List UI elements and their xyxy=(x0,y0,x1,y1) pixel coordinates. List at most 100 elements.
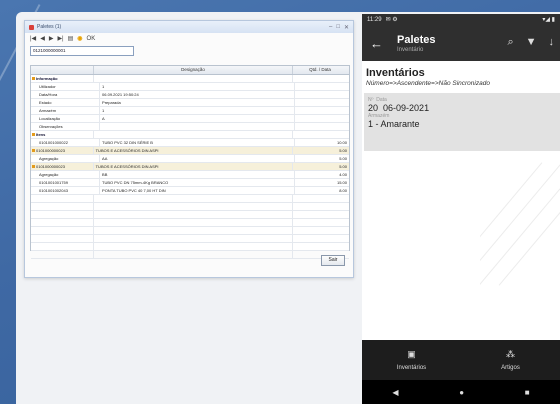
cell-text: TUBO PVC 32 DIN SÉRIE B xyxy=(102,140,153,145)
row-qtd: 5.00 xyxy=(295,155,349,162)
print-icon[interactable]: ▤ xyxy=(68,35,74,42)
tablet-app: 11:29 ✉ ⚙ ▾◢ ▮ ← Paletes Inventário ⌕ ▼ … xyxy=(362,14,560,404)
status-bar: 11:29 ✉ ⚙ ▾◢ ▮ xyxy=(362,14,560,25)
app-subtitle: Inventário xyxy=(397,46,424,53)
table-row[interactable]: 0101001000022 TUBO PVC 32 DIN SÉRIE B 10.0… xyxy=(31,139,349,147)
table-row[interactable]: Estado Preparada xyxy=(31,99,349,107)
cell-text: Preparada xyxy=(102,100,121,105)
sort-order-line[interactable]: Número=>Ascendente=>Não Sincronizado xyxy=(366,80,560,87)
table-row[interactable]: Localização A xyxy=(31,115,349,123)
table-row[interactable]: Itens xyxy=(31,131,349,139)
cell-text: 10.00 xyxy=(336,140,347,145)
cell-text: Localização xyxy=(39,116,61,121)
cell-text: 0101000000023 xyxy=(36,164,65,169)
tree-node-icon[interactable] xyxy=(32,133,35,137)
row-qtd xyxy=(295,99,349,106)
empty-row xyxy=(31,203,349,211)
empty-row xyxy=(31,211,349,219)
tab-artigos-label: Artigos xyxy=(501,365,520,371)
table-row[interactable]: 0101001002043 PONTA TUBO PVC 40 7,00 HT D… xyxy=(31,187,349,195)
previous-record-icon[interactable]: ◀ xyxy=(40,35,45,42)
column-header-qtd-data: Qtd. / Data xyxy=(309,67,331,72)
empty-row xyxy=(31,235,349,243)
minimize-icon[interactable]: – xyxy=(329,24,332,31)
cell-text: Agregação xyxy=(39,172,59,177)
system-recents-icon[interactable]: ■ xyxy=(525,388,530,397)
search-icon[interactable]: ⌕ xyxy=(507,36,513,49)
row-designacao: TUBOS E ACESSÓRIOS DIN ASPI xyxy=(94,163,294,170)
ok-icon[interactable]: ◉ xyxy=(77,35,82,42)
row-designacao: BB xyxy=(100,171,295,178)
tab-artigos[interactable]: ⁂ Artigos xyxy=(461,340,560,380)
row-designacao: TUBOS E ACESSÓRIOS DIN ASPI xyxy=(94,147,294,154)
table-row[interactable]: Informação xyxy=(31,75,349,83)
empty-row xyxy=(31,195,349,203)
next-record-icon[interactable]: ▶ xyxy=(49,35,54,42)
row-designacao: A xyxy=(100,115,295,122)
maximize-icon[interactable]: □ xyxy=(336,24,340,31)
notification-icons: ✉ ⚙ xyxy=(385,17,398,23)
row-code: 0101000000023 xyxy=(31,147,94,154)
row-code: Observações xyxy=(31,123,101,130)
cell-text: 0101001001759 xyxy=(39,180,68,185)
grid-body: Informação Utilizador 1 Data/Hora 06.09.2021… xyxy=(31,75,349,259)
close-icon[interactable]: ✕ xyxy=(344,24,349,31)
cell-text: Agregação xyxy=(39,156,59,161)
tree-node-icon[interactable] xyxy=(32,165,35,169)
cell-text: 0101000000023 xyxy=(36,148,65,153)
items-icon: ⁂ xyxy=(506,349,515,359)
row-code: Itens xyxy=(31,131,94,138)
row-qtd xyxy=(293,131,349,138)
pallet-code-combo[interactable]: 0121000000001 xyxy=(30,46,134,56)
grid-header: Designação Qtd. / Data xyxy=(31,66,349,75)
table-row[interactable]: Utilizador 1 xyxy=(31,83,349,91)
clipboard-icon: ▣ xyxy=(407,349,416,359)
cell-text: TUBOS E ACESSÓRIOS DIN ASPI xyxy=(95,164,159,169)
table-row[interactable]: Agregação BB 4.00 xyxy=(31,171,349,179)
table-row[interactable]: Agregação AA 5.00 xyxy=(31,155,349,163)
app-bar: ← Paletes Inventário ⌕ ▼ ↓ xyxy=(362,25,560,61)
row-designacao xyxy=(100,123,295,130)
system-back-icon[interactable]: ◀ xyxy=(392,388,398,397)
window-titlebar: Paletes (1) – □ ✕ xyxy=(25,21,353,33)
row-code: 0101000000023 xyxy=(31,163,94,170)
app-icon xyxy=(29,24,34,30)
cell-text: 1 xyxy=(102,108,105,113)
row-qtd: 15.00 xyxy=(295,179,349,186)
last-record-icon[interactable]: ▶| xyxy=(57,35,63,42)
table-row[interactable]: Armazém 1 xyxy=(31,107,349,115)
app-title: Paletes xyxy=(397,33,436,46)
row-designacao: TUBO PVC DN 75mm-4Kg BRANCO xyxy=(100,179,295,186)
row-designacao: 06.09.2021 19:50:24 xyxy=(100,91,295,98)
row-qtd: 10.00 xyxy=(295,139,349,146)
first-record-icon[interactable]: |◀ xyxy=(30,35,36,42)
status-time: 11:29 xyxy=(367,16,382,23)
section-title: Inventários xyxy=(366,67,425,79)
tree-node-icon[interactable] xyxy=(32,77,35,81)
tab-inventarios[interactable]: ▣ Inventários xyxy=(362,340,461,380)
inventory-date: 06-09-2021 xyxy=(383,103,430,113)
cell-text: 8.00 xyxy=(339,188,347,193)
row-qtd xyxy=(295,107,349,114)
filter-icon[interactable]: ▼ xyxy=(526,36,537,49)
cell-text: Observações xyxy=(39,124,63,129)
download-icon[interactable]: ↓ xyxy=(549,36,555,49)
column-header-designacao: Designação xyxy=(94,66,293,74)
table-row[interactable]: 0101000000023 TUBOS E ACESSÓRIOS DIN ASPI… xyxy=(31,147,349,155)
paletes-window: Paletes (1) – □ ✕ |◀ ◀ ▶ ▶| ▤ ◉ OK 01210… xyxy=(24,20,354,278)
row-designacao xyxy=(94,75,294,82)
ok-label[interactable]: OK xyxy=(87,36,96,42)
table-row[interactable]: 0101001001759 TUBO PVC DN 75mm-4Kg BRANCO… xyxy=(31,179,349,187)
table-row[interactable]: 0101000000023 TUBOS E ACESSÓRIOS DIN ASPI… xyxy=(31,163,349,171)
tree-node-icon[interactable] xyxy=(32,149,35,153)
back-arrow-icon[interactable]: ← xyxy=(370,36,383,51)
system-home-icon[interactable]: ● xyxy=(459,388,464,397)
inventory-card[interactable]: Nº Data 20 06-09-2021 Armazém 1 - Amaran… xyxy=(364,93,560,151)
row-code: 0101001000022 xyxy=(31,139,101,146)
table-row[interactable]: Data/Hora 06.09.2021 19:50:24 xyxy=(31,91,349,99)
row-code: Localização xyxy=(31,115,101,122)
exit-button[interactable]: Sair xyxy=(321,255,345,266)
table-row[interactable]: Observações xyxy=(31,123,349,131)
cell-text: PONTA TUBO PVC 40 7,00 HT DIN xyxy=(102,188,166,193)
row-qtd: 4.00 xyxy=(295,171,349,178)
